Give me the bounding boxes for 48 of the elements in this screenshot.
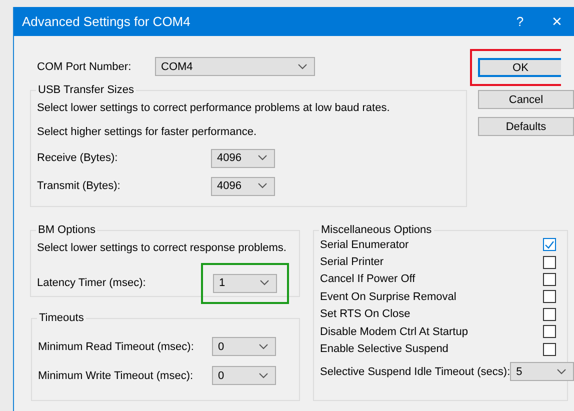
dialog-button[interactable]: Defaults <box>478 117 574 136</box>
option-label: Selective Suspend Idle Timeout (secs): <box>320 366 510 378</box>
dropdown[interactable]: 1 <box>213 274 277 292</box>
checkbox[interactable] <box>543 308 556 321</box>
checkbox[interactable] <box>543 256 556 269</box>
option-label: Serial Enumerator <box>320 238 409 251</box>
checkbox[interactable] <box>543 238 556 252</box>
option-label: Set RTS On Close <box>320 308 410 320</box>
dropdown[interactable]: COM4 <box>155 57 315 76</box>
field-label: Receive (Bytes): <box>37 152 119 164</box>
checkbox[interactable] <box>543 272 556 286</box>
close-button[interactable]: × <box>540 12 574 32</box>
field-label: COM Port Number: <box>36 60 132 72</box>
field-label: Transmit (Bytes): <box>37 180 122 192</box>
checkbox[interactable] <box>543 290 556 304</box>
help-text: Select higher settings for faster performance. <box>37 125 258 140</box>
chevron-down-icon <box>298 64 307 70</box>
window-title: Advanced Settings for COM4 <box>22 14 192 29</box>
group-title: USB Transfer Sizes <box>37 84 135 96</box>
option-label: Serial Printer <box>320 256 384 268</box>
chevron-down-icon <box>260 280 269 286</box>
field-label: Minimum Read Timeout (msec): <box>38 340 195 352</box>
dropdown[interactable]: 4096 <box>211 176 275 196</box>
dropdown[interactable]: 4096 <box>211 148 275 168</box>
chevron-down-icon <box>259 344 268 350</box>
help-text: Select lower settings to correct response problems. <box>37 241 288 256</box>
chevron-down-icon <box>258 155 267 161</box>
dropdown[interactable]: 5 <box>510 362 574 382</box>
dropdown[interactable]: 0 <box>212 337 276 356</box>
field-label: Minimum Write Timeout (msec): <box>38 370 194 382</box>
checkbox[interactable] <box>543 325 556 338</box>
option-label: Enable Selective Suspend <box>320 343 448 356</box>
option-label: Cancel If Power Off <box>320 273 416 286</box>
dialog-button[interactable]: OK <box>478 58 561 77</box>
dialog-button[interactable]: Cancel <box>478 90 574 109</box>
group-title: BM Options <box>37 224 96 236</box>
field-label: Latency Timer (msec): <box>37 277 147 289</box>
checkbox[interactable] <box>543 342 556 356</box>
option-label: Event On Surprise Removal <box>320 290 456 303</box>
help-button[interactable]: ? <box>500 14 540 29</box>
dropdown[interactable]: 0 <box>212 366 276 385</box>
chevron-down-icon <box>258 183 267 189</box>
chevron-down-icon <box>259 372 268 378</box>
group-title: Timeouts <box>38 312 85 324</box>
chevron-down-icon <box>557 368 566 375</box>
help-text: Select lower settings to correct performance problems at low baud rates. <box>37 101 391 116</box>
group-title: Miscellaneous Options <box>320 224 433 236</box>
option-label: Disable Modem Ctrl At Startup <box>320 326 468 338</box>
